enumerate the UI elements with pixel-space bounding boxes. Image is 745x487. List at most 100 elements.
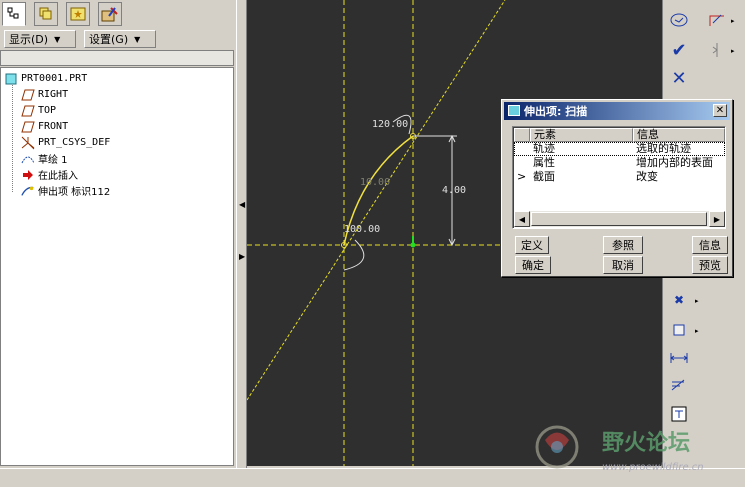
row-info: 选取的轨迹: [636, 142, 691, 155]
element-row-trajectory[interactable]: 轨迹 选取的轨迹: [514, 142, 725, 156]
dim-radius[interactable]: 10.00: [360, 177, 390, 188]
insert-here-icon: [21, 169, 35, 181]
construction-line: [247, 0, 506, 401]
flyout-arrow-icon[interactable]: ▸: [695, 327, 699, 335]
tree-item-label: RIGHT: [38, 89, 69, 100]
accept-button[interactable]: ✔: [667, 38, 691, 62]
csys-icon: [21, 136, 35, 149]
settings-menu[interactable]: 设置(G) ▼: [84, 30, 156, 48]
tools-icon: [101, 7, 118, 22]
cancel-sketch-button[interactable]: ✕: [667, 66, 691, 90]
row-marker: >: [517, 170, 527, 183]
tree-item-label: 伸出项 标识112: [38, 187, 111, 198]
arrow-right-icon: ▶: [713, 214, 721, 224]
tree-item-root[interactable]: PRT0001.PRT: [4, 71, 87, 86]
dim-vertical[interactable]: 4.00: [442, 185, 466, 196]
watermark-url: www.proewildfire.cn: [602, 462, 704, 473]
dialog-title: 伸出项: 扫描: [524, 105, 588, 118]
proe-window: 显示(D) ▼ 设置(G) ▼ PRT0001.PRT RIGHT TOP FR…: [0, 0, 745, 487]
expand-arrow-icon[interactable]: ▶: [239, 252, 245, 261]
datum-plane-icon: [21, 89, 35, 101]
reference-button[interactable]: 参照: [603, 236, 643, 254]
chevron-down-icon: ▼: [54, 34, 61, 44]
arrow-left-icon: ◀: [518, 214, 526, 224]
rectangle-icon: [673, 324, 685, 336]
flyout-arrow-icon[interactable]: ▸: [695, 297, 699, 305]
modify-tool-button[interactable]: [667, 374, 691, 398]
row-element: 属性: [533, 156, 555, 169]
dim-angle-bottom[interactable]: 100.00: [344, 224, 380, 235]
tree-item-label: PRT0001.PRT: [21, 73, 88, 84]
tree-item-csys[interactable]: PRT_CSYS_DEF: [21, 135, 110, 150]
row-element: 轨迹: [533, 142, 555, 155]
marker-column-header: [514, 128, 530, 142]
ok-button[interactable]: 确定: [515, 256, 551, 274]
collapse-arrow-icon[interactable]: ◀: [239, 200, 245, 209]
dim-strong-button[interactable]: [705, 8, 729, 32]
close-icon: ✕: [671, 67, 687, 89]
watermark-title: 野火论坛: [602, 430, 690, 456]
dialog-app-icon: [508, 105, 520, 116]
tree-connector: [12, 85, 13, 192]
tools-tab[interactable]: [98, 2, 122, 26]
layers-icon: [39, 7, 52, 20]
navigator-panel: 显示(D) ▼ 设置(G) ▼ PRT0001.PRT RIGHT TOP FR…: [0, 0, 236, 468]
flyout-arrow-icon[interactable]: ▸: [731, 47, 735, 55]
point-tool-button[interactable]: ✖: [667, 288, 691, 312]
forum-watermark: 野火论坛 www.proewildfire.cn: [530, 420, 745, 482]
preview-button[interactable]: 预览: [692, 256, 728, 274]
model-tree-tab[interactable]: [2, 2, 26, 26]
scroll-right-button[interactable]: ▶: [709, 211, 725, 227]
watermark-logo: 野火论坛 www.proewildfire.cn: [535, 425, 704, 473]
horizontal-scrollbar[interactable]: ◀ ▶: [514, 211, 725, 227]
info-button[interactable]: 信息: [692, 236, 728, 254]
row-marker: [514, 156, 530, 170]
flyout-arrow-icon[interactable]: ▸: [731, 17, 735, 25]
datum-plane-icon: [21, 105, 35, 117]
element-row-attributes[interactable]: 属性 增加内部的表面: [514, 156, 725, 170]
part-icon: [4, 73, 18, 85]
palette-button[interactable]: [705, 38, 729, 62]
model-tree: PRT0001.PRT RIGHT TOP FRONT PRT_CSYS_DEF…: [0, 67, 234, 466]
tree-item-right[interactable]: RIGHT: [21, 87, 68, 102]
settings-menu-label: 设置(G): [89, 33, 129, 46]
tree-item-insert-here[interactable]: 在此插入: [21, 167, 78, 182]
dialog-close-button[interactable]: ✕: [713, 104, 727, 117]
scroll-left-button[interactable]: ◀: [514, 211, 530, 227]
tree-item-label: TOP: [38, 105, 57, 116]
layers-tab[interactable]: [34, 2, 58, 26]
display-menu[interactable]: 显示(D) ▼: [4, 30, 76, 48]
start-point-marker: [410, 242, 416, 248]
folder-tab[interactable]: [66, 2, 90, 26]
tree-item-label: 草绘 1: [38, 155, 68, 166]
panel-splitter[interactable]: ◀ ▶: [236, 0, 247, 468]
define-button[interactable]: 定义: [515, 236, 549, 254]
tree-item-front[interactable]: FRONT: [21, 119, 68, 134]
filter-strip: [0, 50, 234, 66]
rectangle-tool-button[interactable]: [667, 318, 691, 342]
row-info: 改变: [636, 170, 658, 183]
display-menu-label: 显示(D): [9, 33, 49, 46]
element-column-header[interactable]: 元素: [530, 128, 633, 142]
sketch-view-button[interactable]: [667, 8, 691, 32]
navigator-menubar: 显示(D) ▼ 设置(G) ▼: [0, 29, 236, 49]
coordinate-axes-icon: [709, 14, 724, 26]
scroll-thumb[interactable]: [531, 212, 707, 226]
sweep-feature-dialog: 伸出项: 扫描 ✕ 元素 信息 轨迹 选取的轨迹 属性 增加内部的表面 > 截面: [501, 99, 733, 277]
palette-icon: [712, 43, 718, 57]
row-marker: [514, 142, 530, 156]
dialog-titlebar[interactable]: 伸出项: 扫描 ✕: [504, 102, 730, 120]
element-list-header: 元素 信息: [514, 128, 725, 142]
dimension-tool-button[interactable]: [667, 346, 691, 370]
sweep-feature-icon: [21, 185, 35, 197]
dim-angle-top[interactable]: 120.00: [372, 119, 408, 130]
folder-star-icon: [70, 7, 86, 21]
tree-item-sketch[interactable]: 草绘 1: [21, 151, 68, 166]
tree-item-label: FRONT: [38, 121, 69, 132]
tree-item-sweep[interactable]: 伸出项 标识112: [21, 183, 110, 198]
row-element: 截面: [533, 170, 555, 183]
element-row-section[interactable]: > 截面 改变: [514, 170, 725, 184]
tree-item-top[interactable]: TOP: [21, 103, 56, 118]
info-column-header[interactable]: 信息: [633, 128, 725, 142]
cancel-button[interactable]: 取消: [603, 256, 643, 274]
